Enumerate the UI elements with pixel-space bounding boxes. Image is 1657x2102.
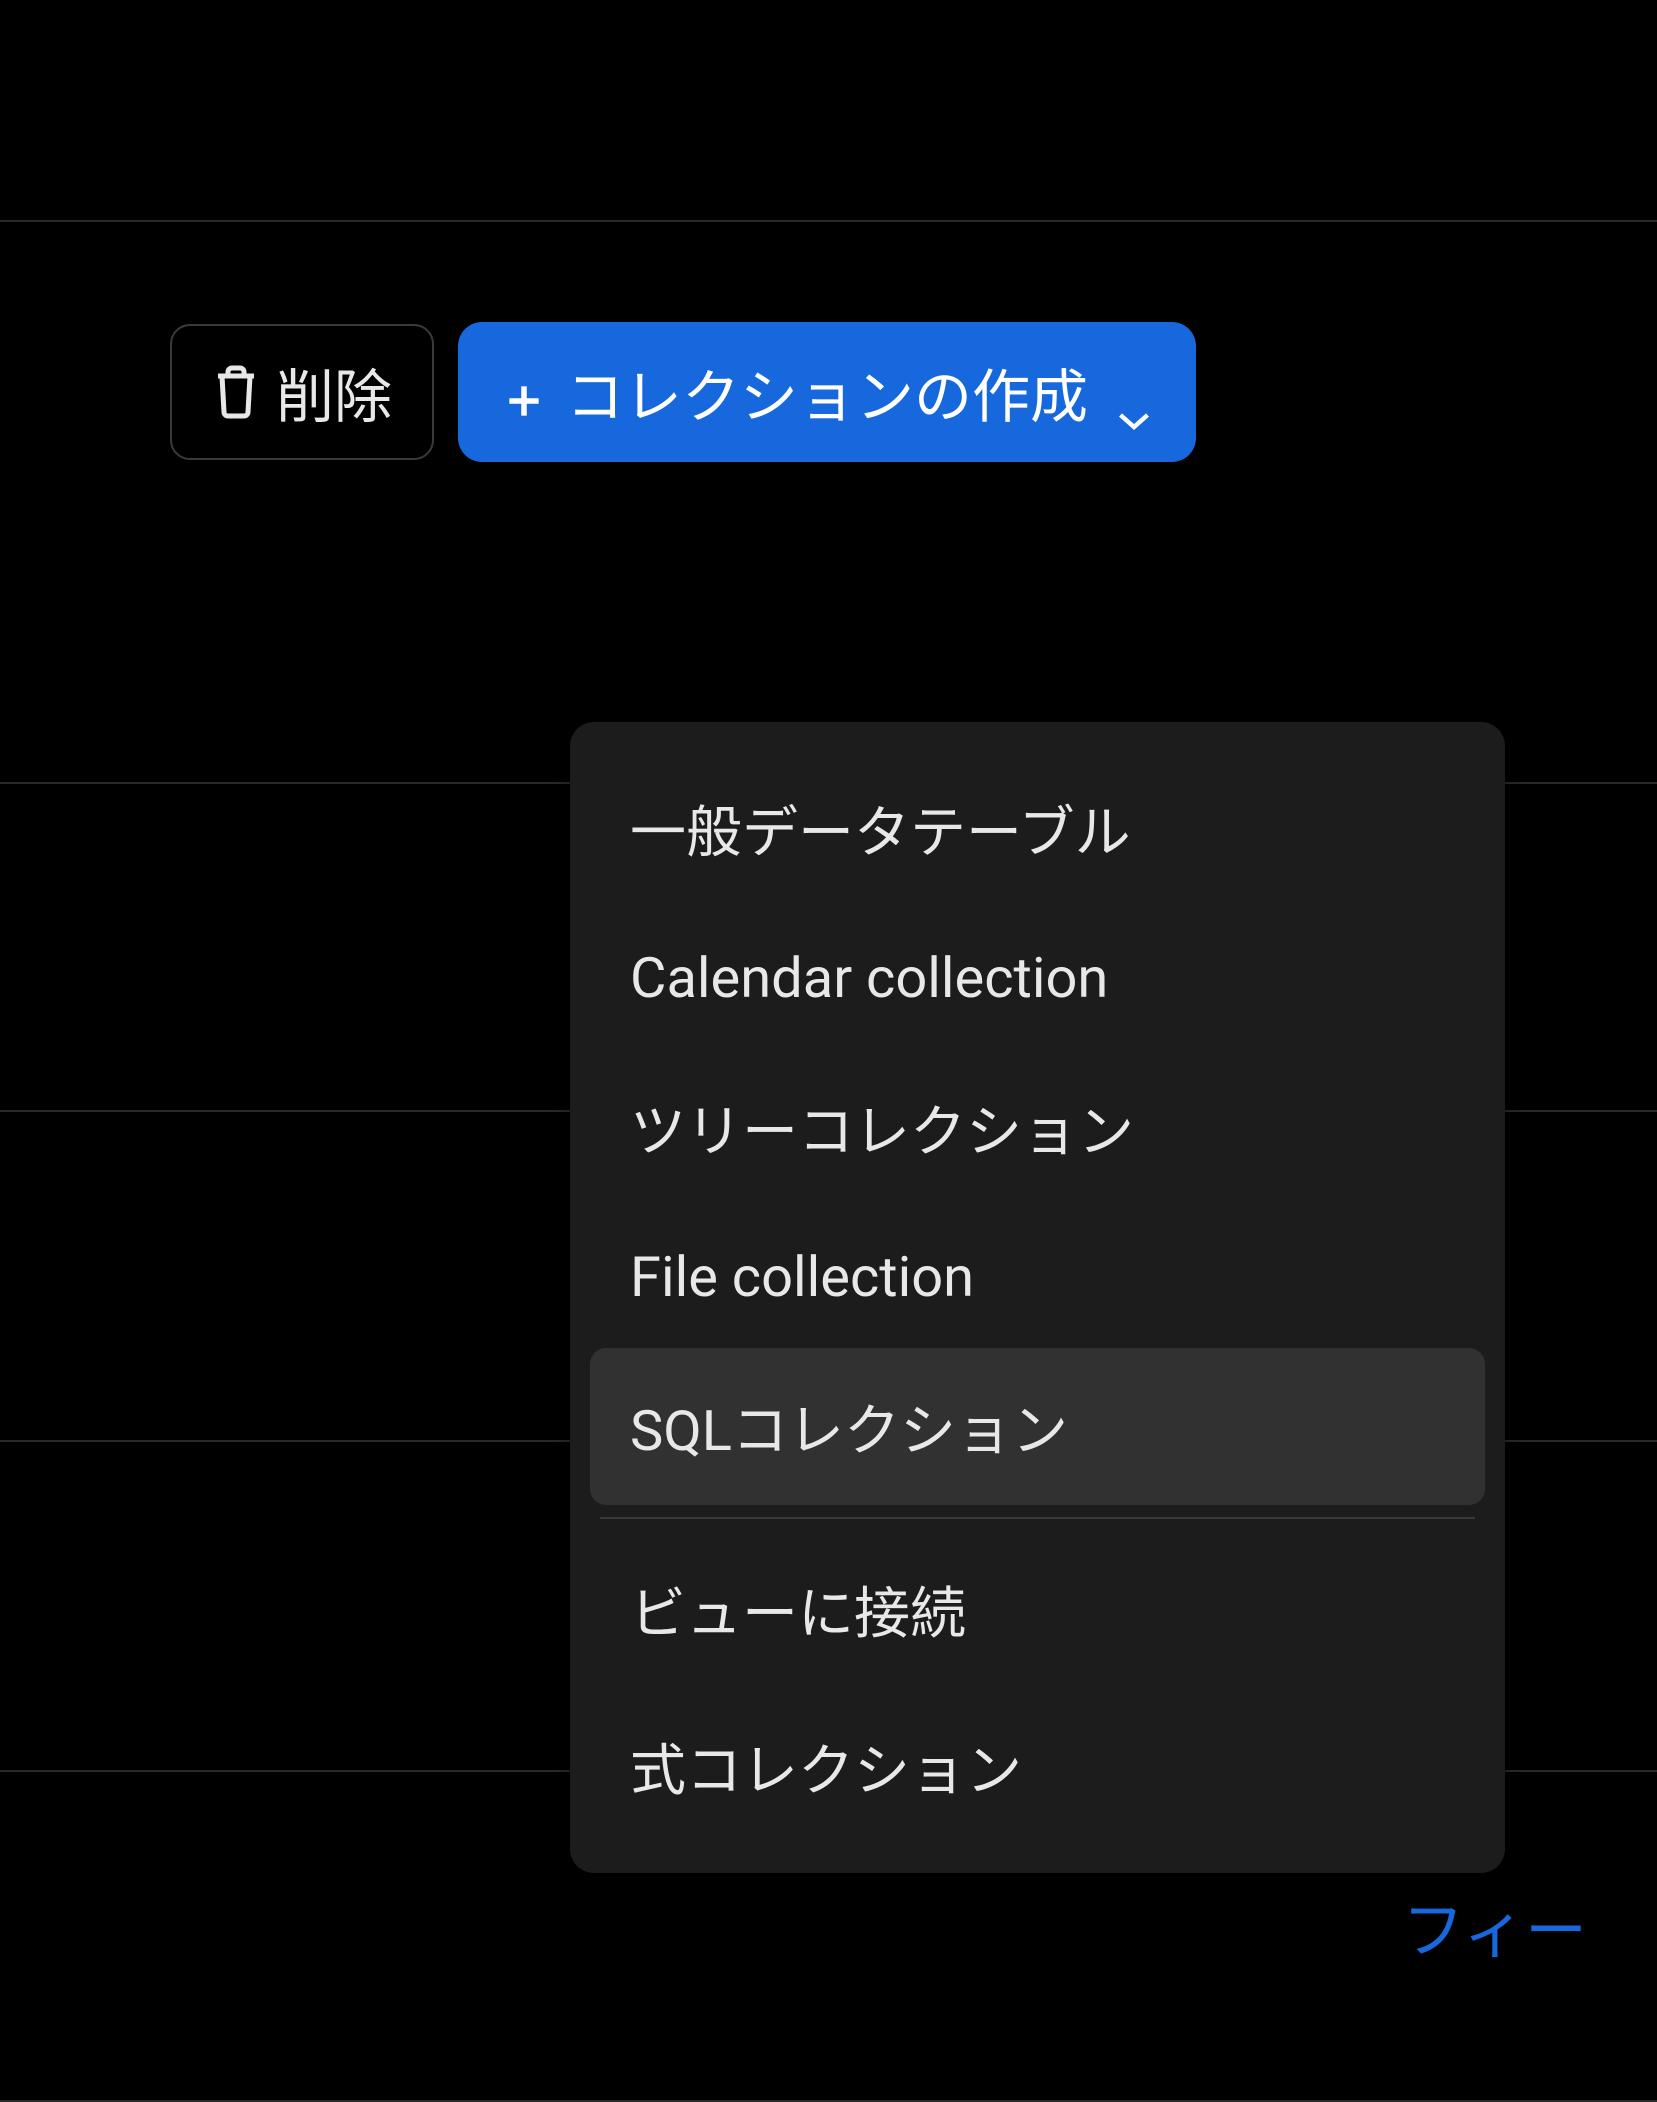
content-area: 削除 コレクションの作成 一般データテーブル Calendar collecti… (0, 220, 1657, 2000)
footer-link-label: フィー (1402, 1895, 1587, 1968)
menu-item-general-table[interactable]: 一般データテーブル (590, 750, 1485, 907)
menu-item-sql-collection[interactable]: SQLコレクション (590, 1348, 1485, 1505)
delete-label: 削除 (276, 350, 392, 434)
toolbar: 削除 コレクションの作成 (0, 222, 1657, 462)
menu-item-connect-view[interactable]: ビューに接続 (590, 1531, 1485, 1688)
create-collection-dropdown: 一般データテーブル Calendar collection ツリーコレクション … (570, 722, 1505, 1873)
footer-link[interactable]: フィー (1402, 1880, 1587, 1970)
chevron-down-icon (1116, 380, 1152, 404)
menu-item-label: SQLコレクション (630, 1398, 1068, 1464)
menu-item-expression-collection[interactable]: 式コレクション (590, 1688, 1485, 1845)
menu-item-label: File collection (630, 1244, 974, 1310)
menu-item-label: ツリーコレクション (630, 1099, 1134, 1165)
top-spacer (0, 0, 1657, 220)
plus-icon (502, 370, 546, 414)
menu-item-label: Calendar collection (630, 945, 1108, 1011)
menu-item-label: 一般データテーブル (630, 800, 1131, 866)
create-label: コレクションの作成 (566, 350, 1088, 434)
delete-button[interactable]: 削除 (170, 324, 434, 460)
create-collection-button[interactable]: コレクションの作成 (458, 322, 1196, 462)
menu-item-label: 式コレクション (630, 1738, 1022, 1804)
menu-item-file-collection[interactable]: File collection (590, 1206, 1485, 1348)
menu-item-calendar-collection[interactable]: Calendar collection (590, 907, 1485, 1049)
menu-item-tree-collection[interactable]: ツリーコレクション (590, 1049, 1485, 1206)
menu-divider (600, 1517, 1475, 1519)
trash-icon (212, 364, 260, 420)
menu-item-label: ビューに接続 (630, 1581, 966, 1647)
